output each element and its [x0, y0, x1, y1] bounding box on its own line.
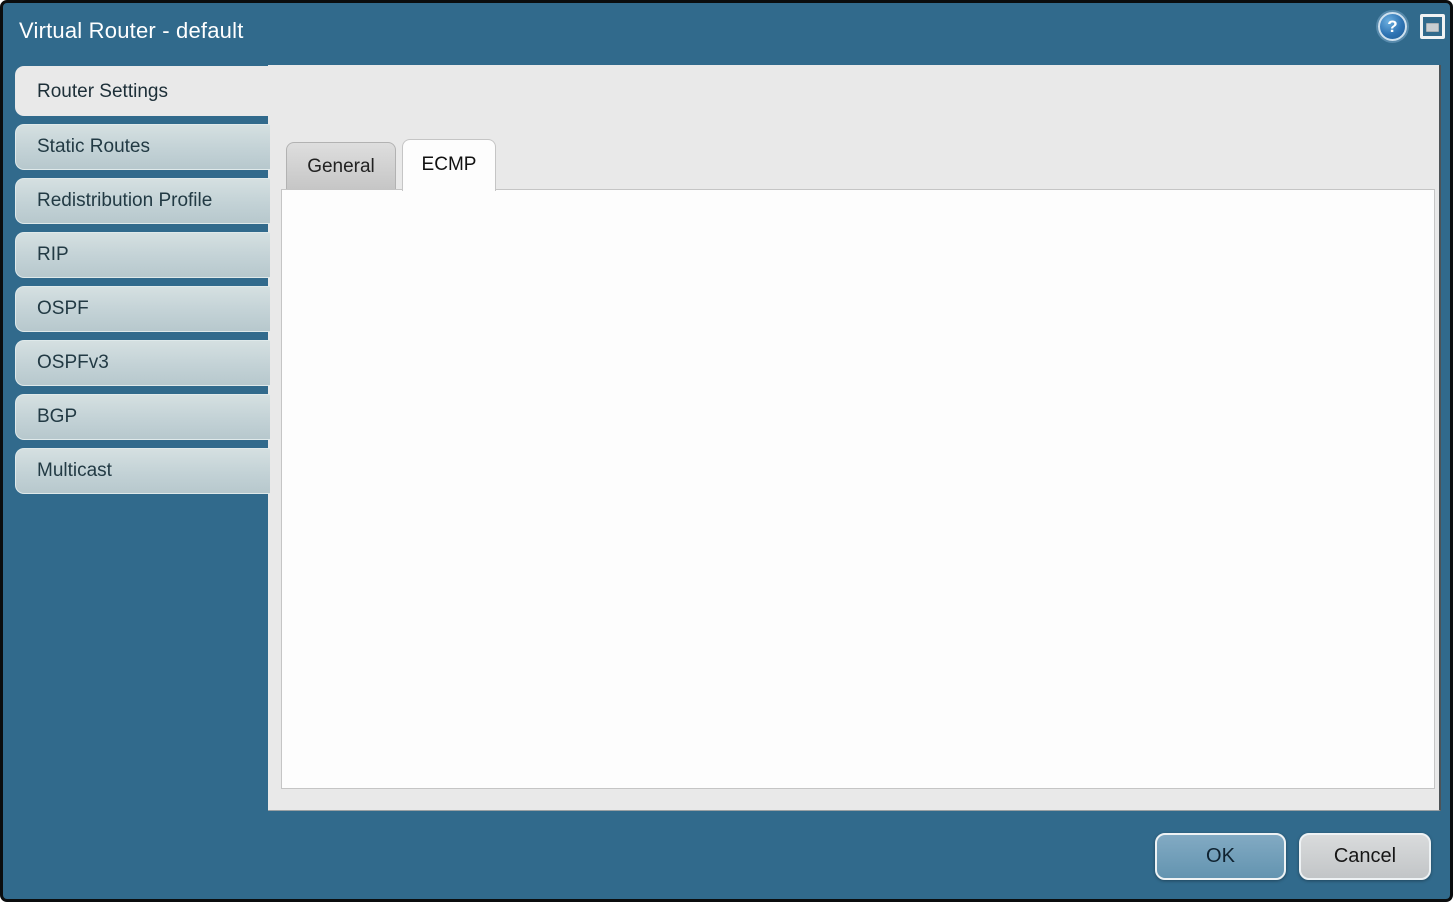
help-icon[interactable]: ? — [1378, 12, 1407, 41]
sidebar-item-multicast[interactable]: Multicast — [15, 448, 270, 494]
ok-button[interactable]: OK — [1155, 833, 1286, 880]
sidebar: Router Settings Static Routes Redistribu… — [15, 65, 270, 494]
cancel-button[interactable]: Cancel — [1299, 833, 1431, 880]
restore-inner-shape — [1426, 23, 1439, 32]
sidebar-item-ospf[interactable]: OSPF — [15, 286, 270, 332]
tab-ecmp[interactable]: ECMP — [402, 139, 496, 191]
help-glyph: ? — [1387, 17, 1397, 36]
dialog-title: Virtual Router - default — [19, 18, 244, 44]
sidebar-item-redistribution-profile[interactable]: Redistribution Profile — [15, 178, 270, 224]
titlebar: Virtual Router - default ? — [3, 3, 1450, 65]
sidebar-item-router-settings[interactable]: Router Settings — [15, 66, 270, 116]
window-restore-icon[interactable] — [1420, 14, 1445, 39]
sidebar-item-bgp[interactable]: BGP — [15, 394, 270, 440]
sidebar-item-rip[interactable]: RIP — [15, 232, 270, 278]
tab-general[interactable]: General — [286, 142, 396, 189]
sidebar-item-ospfv3[interactable]: OSPFv3 — [15, 340, 270, 386]
virtual-router-dialog: Virtual Router - default ? Router Settin… — [0, 0, 1453, 902]
sidebar-item-static-routes[interactable]: Static Routes — [15, 124, 270, 170]
ecmp-tab-panel — [281, 189, 1435, 789]
